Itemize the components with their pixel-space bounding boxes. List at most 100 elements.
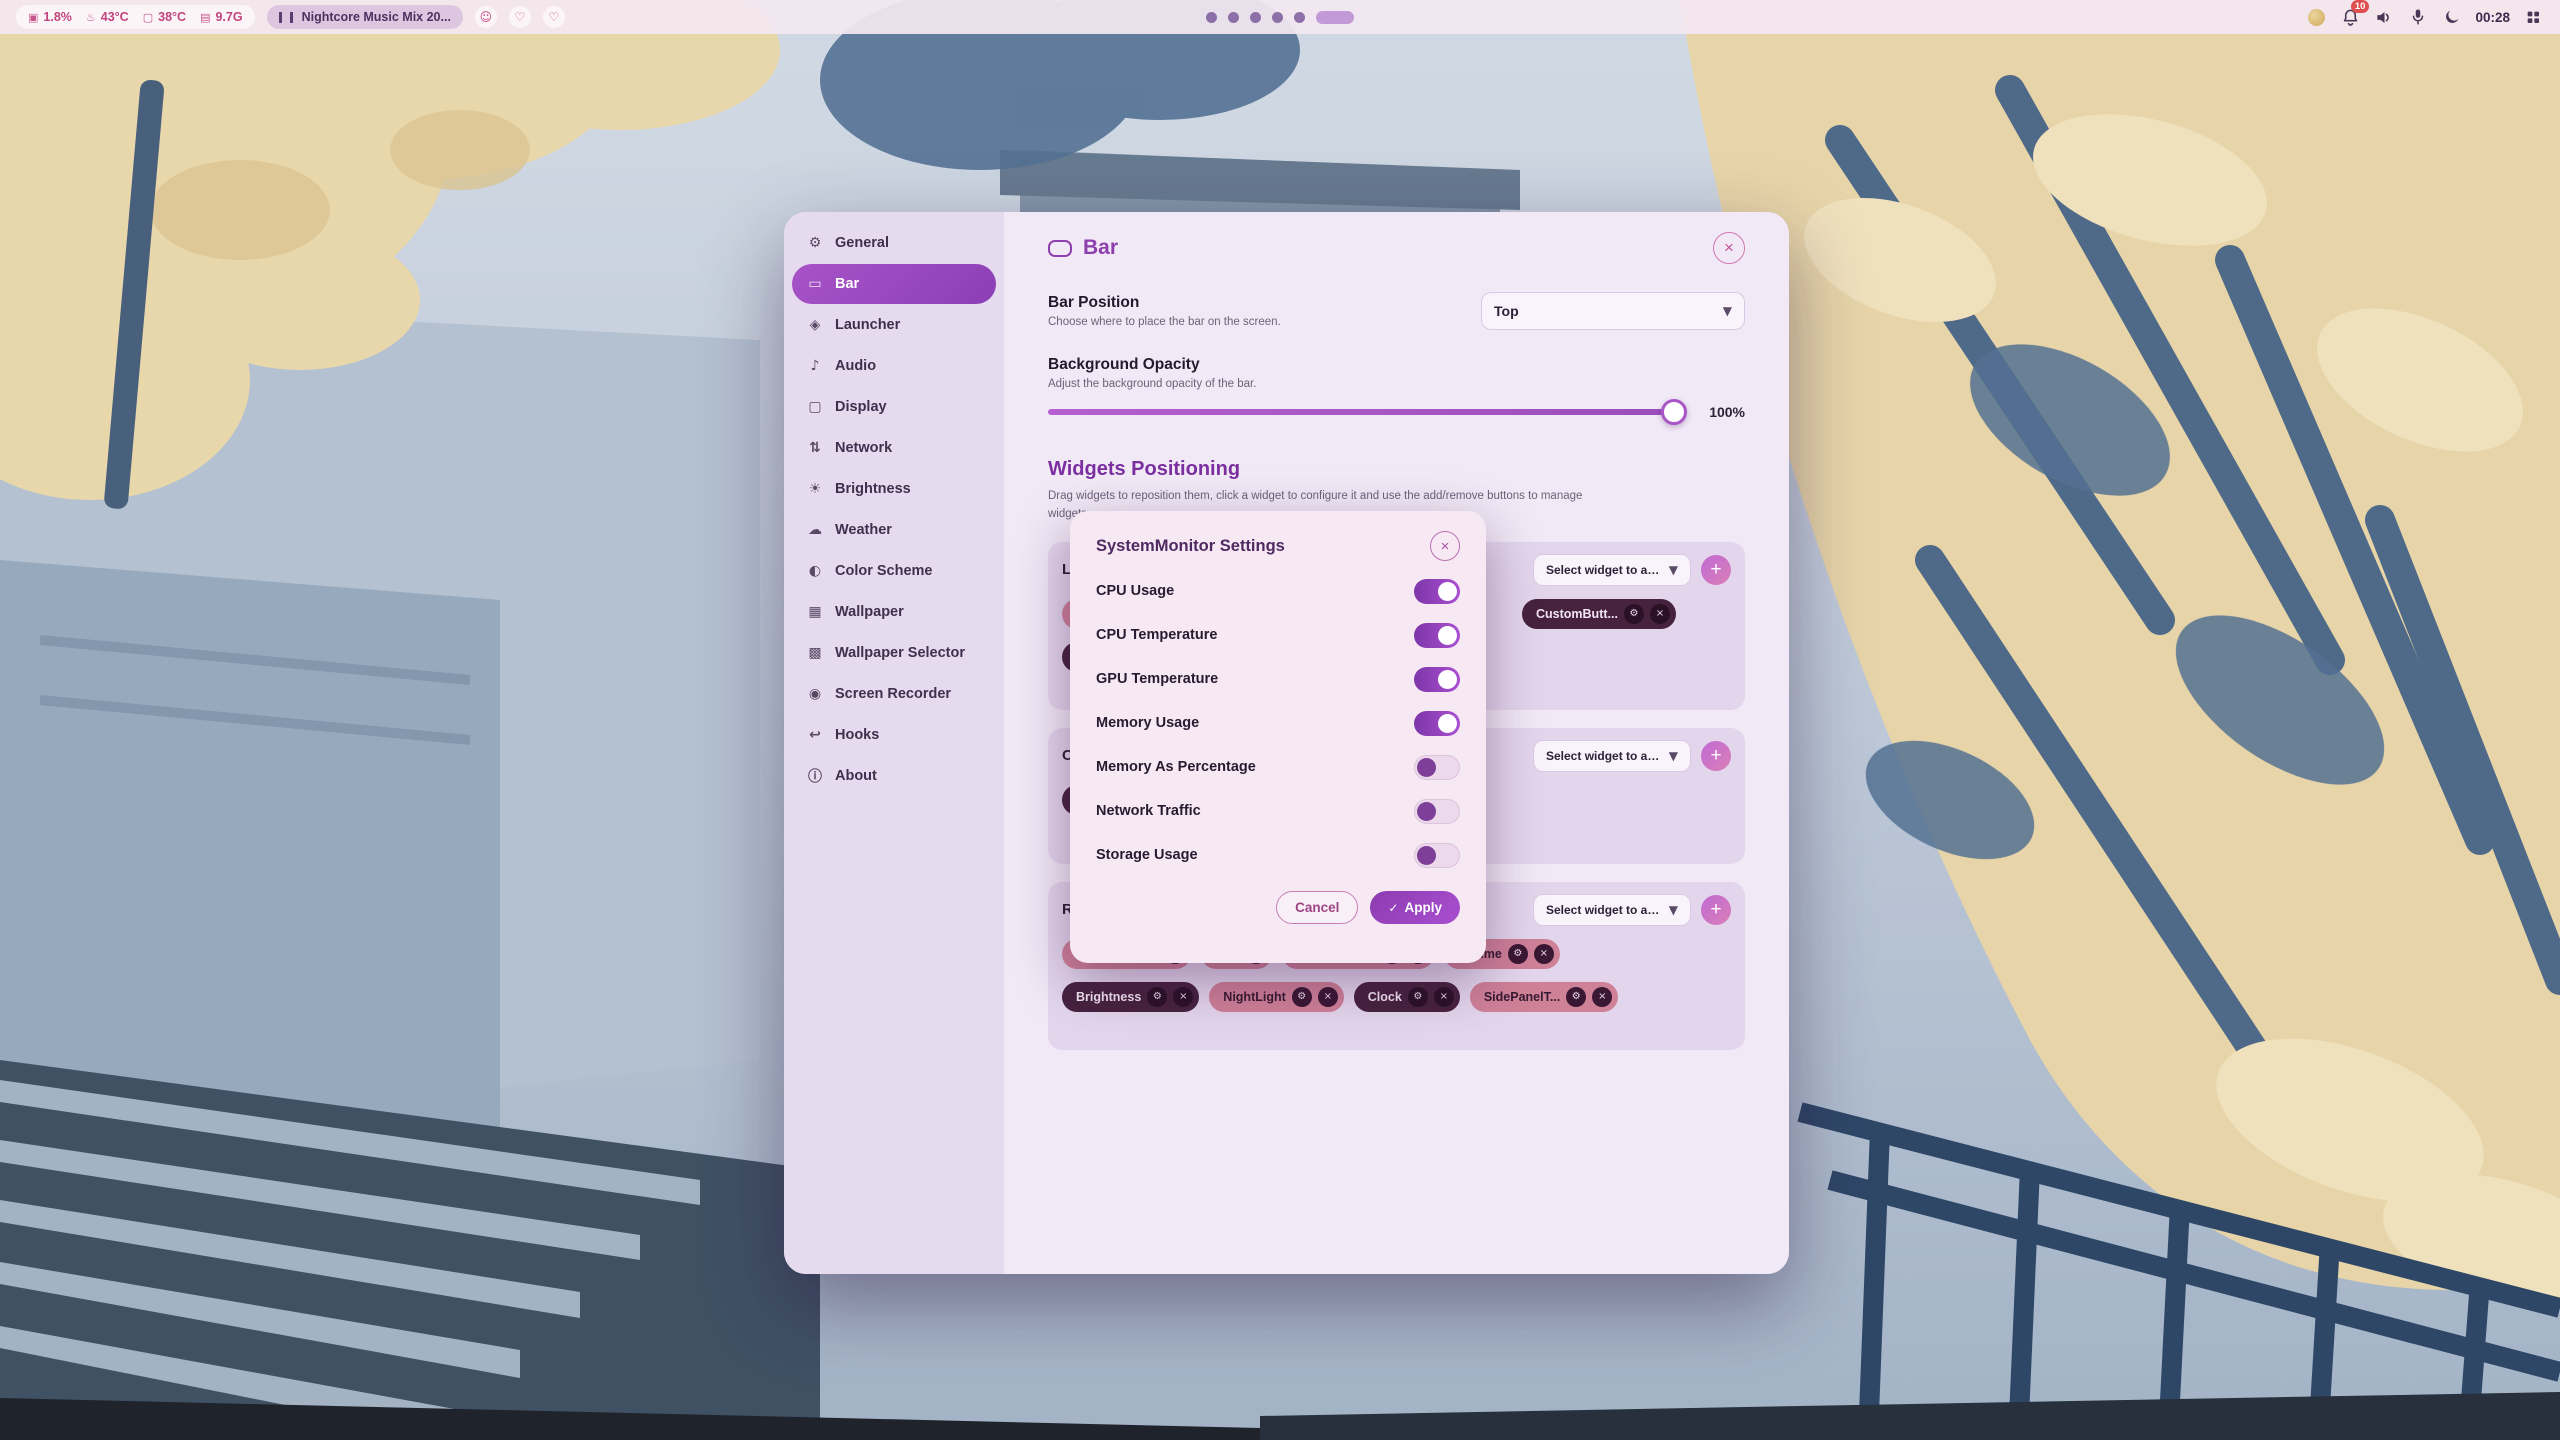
sidebar-item-audio[interactable]: ♪ Audio: [792, 346, 996, 386]
toggle-label: CPU Usage: [1096, 583, 1174, 599]
add-widget-dropdown-center[interactable]: Select widget to add... ▼: [1533, 740, 1691, 772]
volume-icon[interactable]: [2373, 6, 2395, 28]
toggle-label: Memory As Percentage: [1096, 759, 1256, 775]
chevron-down-icon: ▼: [1723, 304, 1732, 318]
clock[interactable]: 00:28: [2475, 10, 2510, 25]
chip-close-button[interactable]: ×: [1592, 987, 1612, 1007]
page-title: Bar: [1083, 236, 1118, 260]
memory-as-percentage-toggle[interactable]: [1414, 755, 1460, 780]
sidebar-item-launcher[interactable]: ◈ Launcher: [792, 305, 996, 345]
workspace-dot[interactable]: [1206, 12, 1217, 23]
notifications-bell-icon[interactable]: 10: [2339, 6, 2361, 28]
memory-icon: ▤: [200, 11, 210, 24]
storage-usage-toggle[interactable]: [1414, 843, 1460, 868]
sliders-icon: ⚙: [806, 235, 824, 251]
widget-chip-nightlight[interactable]: NightLight ⚙ ×: [1209, 982, 1343, 1012]
widget-chip-clock[interactable]: Clock ⚙ ×: [1354, 982, 1460, 1012]
add-widget-button-right[interactable]: +: [1701, 895, 1731, 925]
chip-gear-button[interactable]: ⚙: [1566, 987, 1586, 1007]
gpu-temperature-icon: ▢: [143, 11, 153, 24]
cpu-usage-toggle[interactable]: [1414, 579, 1460, 604]
bar-position-row: Bar Position Choose where to place the b…: [1048, 292, 1745, 330]
app-grid-icon[interactable]: [2522, 6, 2544, 28]
sidebar-item-label: Hooks: [835, 727, 879, 743]
heart-button[interactable]: ♡: [509, 6, 531, 28]
widget-chip-brightness[interactable]: Brightness ⚙ ×: [1062, 982, 1199, 1012]
chip-close-button[interactable]: ×: [1173, 987, 1193, 1007]
chip-gear-button[interactable]: ⚙: [1292, 987, 1312, 1007]
network-traffic-toggle[interactable]: [1414, 799, 1460, 824]
chip-label: Brightness: [1076, 990, 1141, 1004]
workspace-dot[interactable]: [1228, 12, 1239, 23]
sidebar-item-brightness[interactable]: ☀ Brightness: [792, 469, 996, 509]
network-icon: ⇅: [806, 440, 824, 456]
add-widget-dropdown-left[interactable]: Select widget to add... ▼: [1533, 554, 1691, 586]
slider-knob[interactable]: [1661, 399, 1687, 425]
sidebar-item-label: Bar: [835, 276, 859, 292]
toggle-row-cpu-temperature: CPU Temperature: [1096, 613, 1460, 657]
launcher-icon: ◈: [806, 317, 824, 333]
settings-sidebar: ⚙ General ▭ Bar ◈ Launcher ♪ Audio ▢ Dis…: [784, 212, 1004, 1274]
background-opacity-label: Background Opacity: [1048, 356, 1745, 374]
sidebar-item-weather[interactable]: ☁ Weather: [792, 510, 996, 550]
night-light-moon-icon[interactable]: [2441, 6, 2463, 28]
background-opacity-block: Background Opacity Adjust the background…: [1048, 356, 1745, 420]
chip-close-button[interactable]: ×: [1318, 987, 1338, 1007]
toggle-label: Network Traffic: [1096, 803, 1201, 819]
sidebar-item-about[interactable]: ⓘ About: [792, 756, 996, 796]
sidebar-item-bar[interactable]: ▭ Bar: [792, 264, 996, 304]
sidebar-item-label: Network: [835, 440, 892, 456]
pause-icon: [279, 12, 293, 23]
media-player-pill[interactable]: Nightcore Music Mix 20...: [267, 5, 463, 29]
window-close-button[interactable]: ×: [1713, 232, 1745, 264]
sidebar-item-label: Weather: [835, 522, 892, 538]
add-widget-button-left[interactable]: +: [1701, 555, 1731, 585]
bar-icon: ▭: [806, 276, 824, 292]
sidebar-item-general[interactable]: ⚙ General: [792, 223, 996, 263]
chip-close-button[interactable]: ×: [1650, 604, 1670, 624]
sidebar-item-color-scheme[interactable]: ◐ Color Scheme: [792, 551, 996, 591]
workspace-dot[interactable]: [1272, 12, 1283, 23]
bar-position-dropdown[interactable]: Top ▼: [1481, 292, 1745, 330]
apply-button[interactable]: ✓ Apply: [1370, 891, 1460, 924]
microphone-icon[interactable]: [2407, 6, 2429, 28]
cancel-button[interactable]: Cancel: [1276, 891, 1358, 924]
widget-chip-custombutton[interactable]: CustomButt... ⚙ ×: [1522, 599, 1676, 629]
memory-usage-toggle[interactable]: [1414, 711, 1460, 736]
media-title: Nightcore Music Mix 20...: [302, 10, 451, 24]
chip-gear-button[interactable]: ⚙: [1147, 987, 1167, 1007]
chip-gear-button[interactable]: ⚙: [1408, 987, 1428, 1007]
background-opacity-slider[interactable]: [1048, 409, 1683, 415]
weather-icon: ☁: [806, 522, 824, 538]
workspace-active-pill[interactable]: [1316, 11, 1354, 24]
smiley-button[interactable]: ☺: [475, 6, 497, 28]
display-icon: ▢: [806, 399, 824, 415]
chip-gear-button[interactable]: ⚙: [1624, 604, 1644, 624]
cpu-temperature-toggle[interactable]: [1414, 623, 1460, 648]
chip-gear-button[interactable]: ⚙: [1508, 944, 1528, 964]
modal-close-button[interactable]: ×: [1430, 531, 1460, 561]
gpu-temperature-toggle[interactable]: [1414, 667, 1460, 692]
add-widget-dropdown-right[interactable]: Select widget to add... ▼: [1533, 894, 1691, 926]
chip-close-button[interactable]: ×: [1534, 944, 1554, 964]
widget-chip-sidepaneltoggle[interactable]: SidePanelT... ⚙ ×: [1470, 982, 1618, 1012]
sidebar-item-wallpaper-selector[interactable]: ▩ Wallpaper Selector: [792, 633, 996, 673]
heart-button-2[interactable]: ♡: [543, 6, 565, 28]
memory-stat: ▤ 9.7G: [200, 10, 243, 24]
sidebar-item-wallpaper[interactable]: ▦ Wallpaper: [792, 592, 996, 632]
sidebar-item-screen-recorder[interactable]: ◉ Screen Recorder: [792, 674, 996, 714]
check-icon: ✓: [1388, 901, 1398, 915]
gpu-temp-stat: ▢ 38°C: [143, 10, 186, 24]
wallpaper-icon: ▦: [806, 604, 824, 620]
toggle-label: Memory Usage: [1096, 715, 1199, 731]
sidebar-item-display[interactable]: ▢ Display: [792, 387, 996, 427]
toggle-label: GPU Temperature: [1096, 671, 1218, 687]
sidebar-item-network[interactable]: ⇅ Network: [792, 428, 996, 468]
chip-close-button[interactable]: ×: [1434, 987, 1454, 1007]
add-widget-button-center[interactable]: +: [1701, 741, 1731, 771]
color-picker-icon[interactable]: [2305, 6, 2327, 28]
workspace-dot[interactable]: [1294, 12, 1305, 23]
sidebar-item-hooks[interactable]: ↩ Hooks: [792, 715, 996, 755]
workspace-dot[interactable]: [1250, 12, 1261, 23]
system-stats-pill[interactable]: ▣ 1.8% ♨ 43°C ▢ 38°C ▤ 9.7G: [16, 5, 255, 29]
